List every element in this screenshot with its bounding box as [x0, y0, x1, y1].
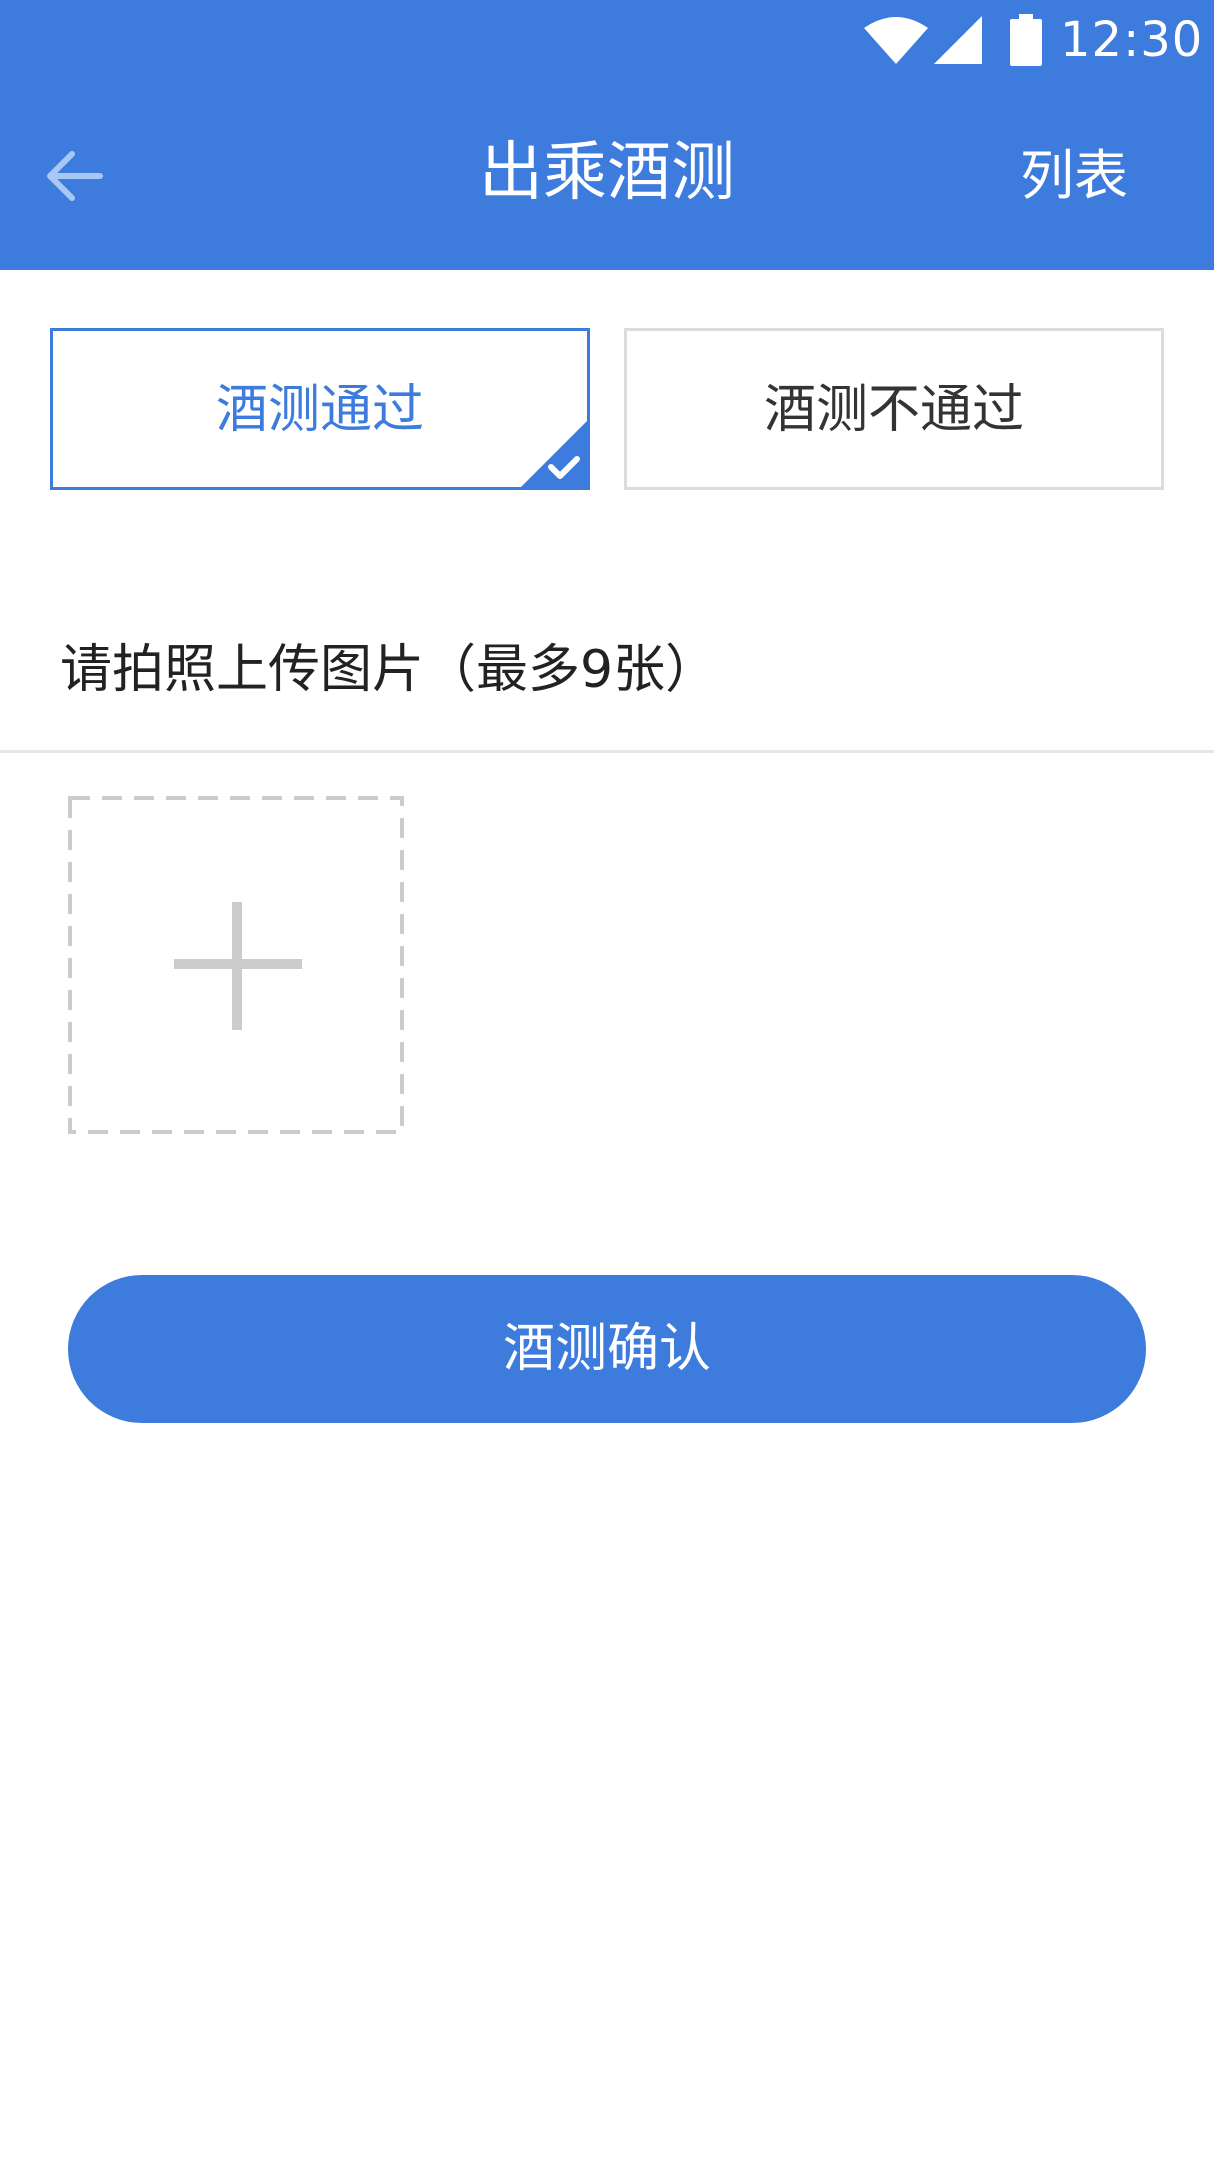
status-bar: 12:30: [0, 0, 1214, 80]
checkmark-icon: [521, 421, 587, 487]
option-pass[interactable]: 酒测通过: [50, 328, 590, 490]
divider: [0, 750, 1214, 753]
confirm-button[interactable]: 酒测确认: [68, 1275, 1146, 1423]
upload-label: 请拍照上传图片（最多9张）: [60, 640, 718, 700]
signal-icon: [934, 16, 982, 64]
arrow-left-icon: [47, 151, 103, 201]
add-photo-button[interactable]: [68, 796, 404, 1134]
status-time: 12:30: [1060, 12, 1204, 68]
wifi-icon: [864, 17, 928, 64]
dashed-border: [68, 796, 404, 1134]
option-fail-label: 酒测不通过: [763, 380, 1024, 440]
battery-icon: [1010, 14, 1042, 66]
back-button[interactable]: [36, 140, 116, 212]
list-button[interactable]: 列表: [1020, 140, 1128, 212]
page-title: 出乘酒测: [479, 136, 735, 210]
app-header: 12:30 出乘酒测 列表: [0, 0, 1214, 270]
plus-icon: [174, 902, 302, 1030]
option-pass-label: 酒测通过: [215, 380, 424, 440]
option-fail[interactable]: 酒测不通过: [624, 328, 1164, 490]
